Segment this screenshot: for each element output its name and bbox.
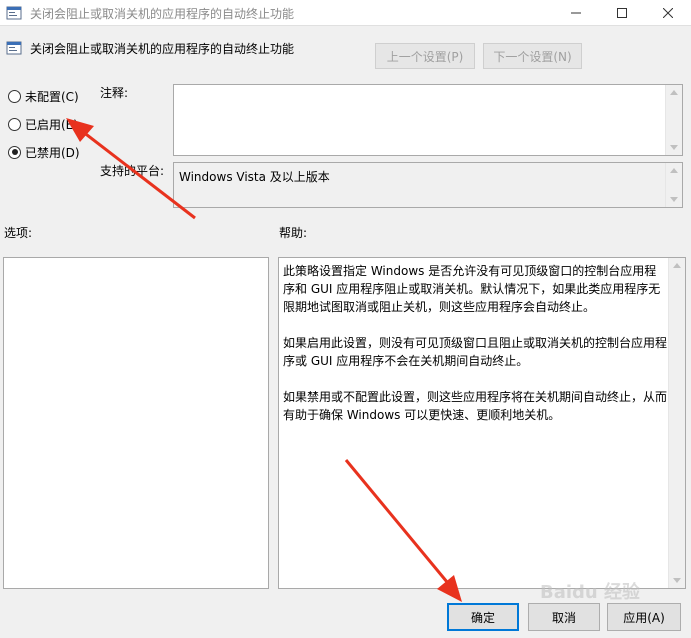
radio-button[interactable] (8, 117, 21, 131)
title-bar: 关闭会阻止或取消关机的应用程序的自动终止功能 (0, 0, 691, 26)
policy-icon (6, 6, 22, 20)
platform-scrollbar[interactable] (665, 163, 682, 207)
scroll-up-arrow-icon[interactable] (673, 263, 681, 268)
minimize-button[interactable] (553, 0, 599, 26)
scroll-down-arrow-icon[interactable] (673, 578, 681, 583)
options-label: 选项: (4, 226, 33, 240)
apply-button[interactable]: 应用(A) (607, 603, 681, 631)
scroll-up-arrow-icon[interactable] (670, 90, 678, 95)
window-title: 关闭会阻止或取消关机的应用程序的自动终止功能 (30, 7, 295, 21)
radio-enabled[interactable]: 已启用(E) (8, 116, 78, 132)
next-setting-button[interactable]: 下一个设置(N) (483, 43, 582, 69)
platform-label: 支持的平台: (100, 164, 165, 178)
baidu-watermark: Baidu 经验 (540, 582, 641, 603)
close-button[interactable] (645, 0, 691, 26)
ok-button[interactable]: 确定 (447, 603, 519, 631)
scroll-down-arrow-icon[interactable] (670, 145, 678, 150)
radio-label-not-configured: 未配置(C) (25, 89, 79, 104)
comment-scrollbar[interactable] (665, 85, 682, 155)
minimize-icon (571, 12, 581, 14)
help-scrollbar[interactable] (668, 258, 685, 588)
radio-label-disabled: 已禁用(D) (25, 145, 80, 160)
help-paragraph: 如果禁用或不配置此设置，则这些应用程序将在关机期间自动终止，从而有助于确保 Wi… (283, 390, 668, 422)
help-paragraph: 此策略设置指定 Windows 是否允许没有可见顶级窗口的控制台应用程序和 GU… (283, 264, 661, 314)
help-label: 帮助: (279, 226, 308, 240)
radio-disabled[interactable]: 已禁用(D) (8, 144, 80, 160)
radio-button-selected[interactable] (8, 145, 21, 159)
platform-field: Windows Vista 及以上版本 (173, 162, 683, 208)
cancel-button[interactable]: 取消 (528, 603, 600, 631)
radio-button[interactable] (8, 89, 21, 103)
policy-setting-icon (6, 41, 22, 55)
maximize-button[interactable] (599, 0, 645, 26)
comment-textarea[interactable] (173, 84, 683, 156)
maximize-icon (617, 8, 627, 18)
close-icon (663, 8, 673, 18)
options-pane (3, 257, 269, 589)
previous-setting-button[interactable]: 上一个设置(P) (375, 43, 475, 69)
setting-title: 关闭会阻止或取消关机的应用程序的自动终止功能 (30, 42, 295, 56)
radio-not-configured[interactable]: 未配置(C) (8, 88, 79, 104)
help-paragraph: 如果启用此设置，则没有可见顶级窗口且阻止或取消关机的控制台应用程序或 GUI 应… (283, 336, 668, 368)
scroll-up-arrow-icon[interactable] (670, 168, 678, 173)
help-pane: 此策略设置指定 Windows 是否允许没有可见顶级窗口的控制台应用程序和 GU… (278, 257, 686, 589)
radio-label-enabled: 已启用(E) (25, 117, 78, 132)
comment-label: 注释: (100, 86, 129, 100)
scroll-down-arrow-icon[interactable] (670, 197, 678, 202)
platform-value: Windows Vista 及以上版本 (179, 170, 330, 184)
help-text: 此策略设置指定 Windows 是否允许没有可见顶级窗口的控制台应用程序和 GU… (283, 262, 667, 442)
